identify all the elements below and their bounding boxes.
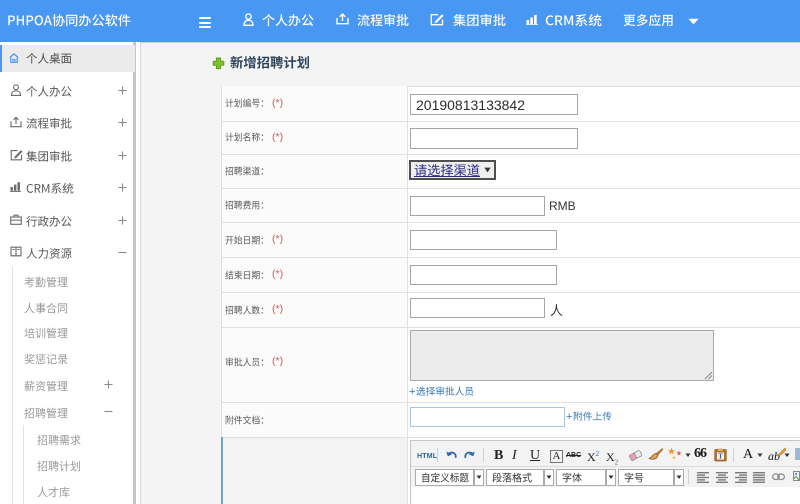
svg-text:T: T — [718, 453, 723, 461]
